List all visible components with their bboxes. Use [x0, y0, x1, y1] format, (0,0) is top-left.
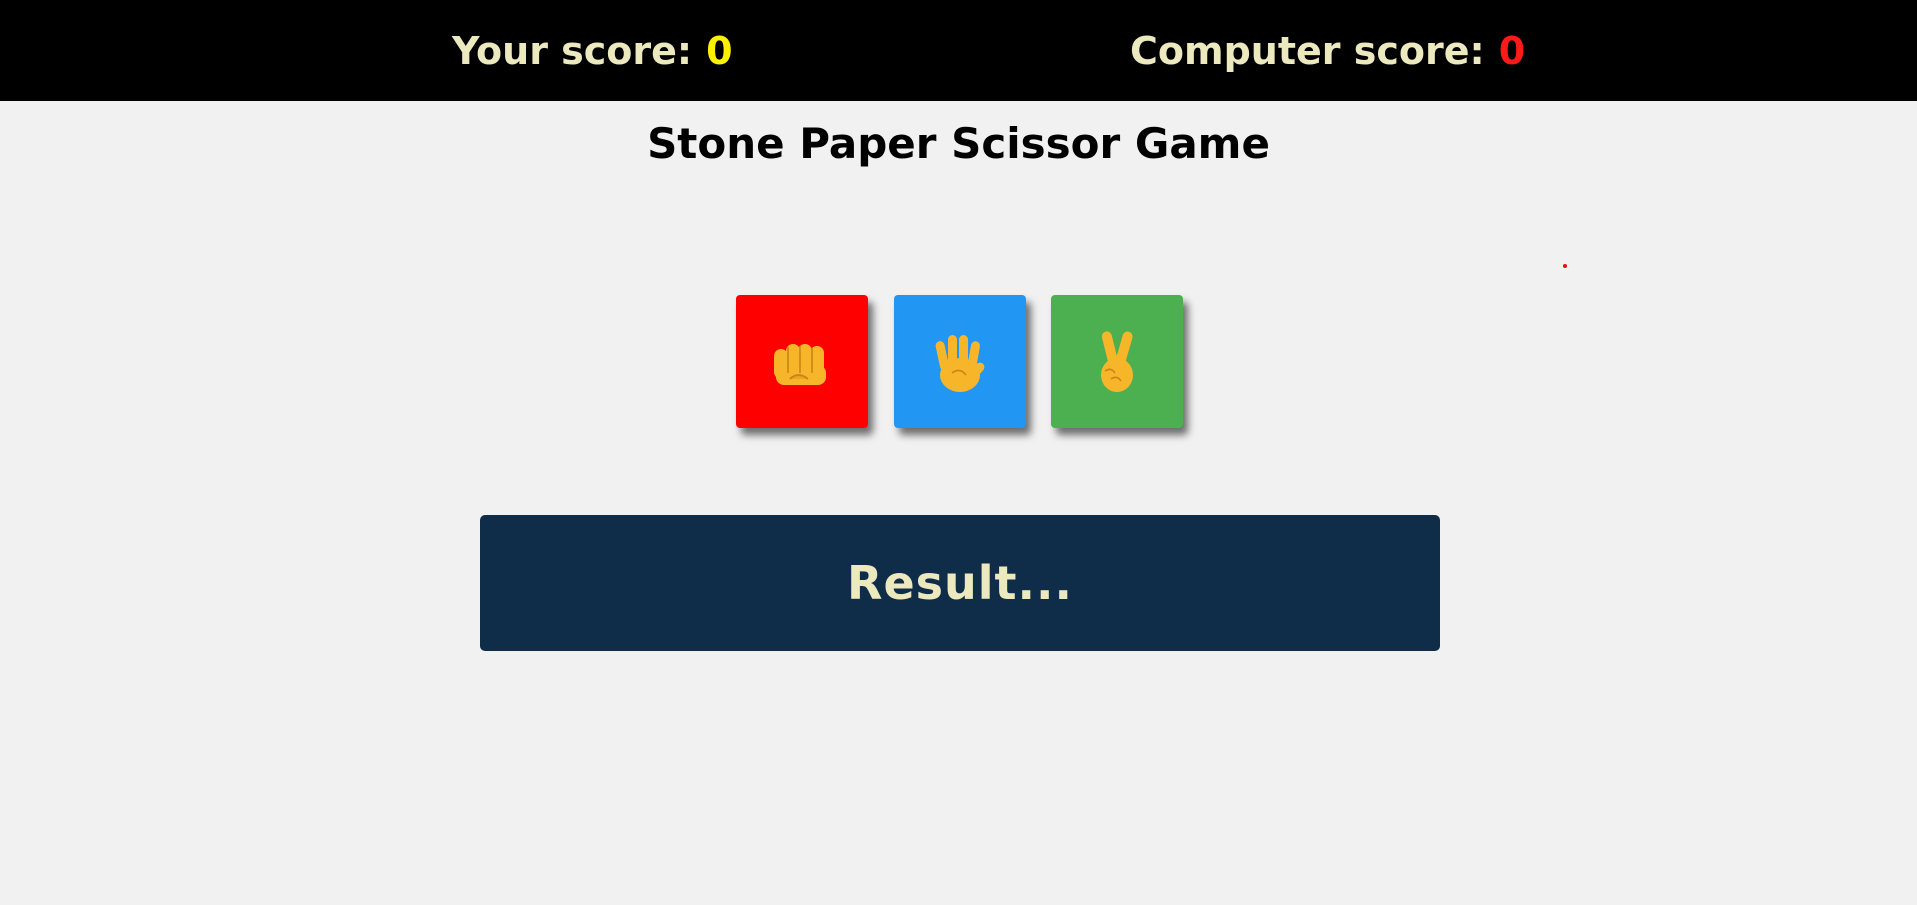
- score-bar: Your score: 0 Computer score: 0: [0, 0, 1917, 101]
- result-text: Result...: [847, 556, 1073, 610]
- scissor-choice-button[interactable]: [1051, 295, 1183, 428]
- your-score-label: Your score:: [452, 29, 693, 73]
- page-title: Stone Paper Scissor Game: [647, 119, 1270, 168]
- computer-score-label: Computer score:: [1130, 29, 1485, 73]
- red-dot: [1563, 264, 1567, 268]
- result-box: Result...: [480, 515, 1440, 651]
- computer-score-value: 0: [1498, 29, 1526, 73]
- your-score-value: 0: [706, 29, 733, 73]
- computer-score: Computer score: 0: [1130, 24, 1525, 78]
- paper-choice-button[interactable]: [894, 295, 1026, 428]
- raised-hand-icon: [935, 335, 985, 392]
- fist-icon: [774, 344, 826, 385]
- your-score: Your score: 0: [452, 24, 733, 78]
- victory-hand-icon: [1101, 331, 1133, 392]
- stone-choice-button[interactable]: [736, 295, 868, 428]
